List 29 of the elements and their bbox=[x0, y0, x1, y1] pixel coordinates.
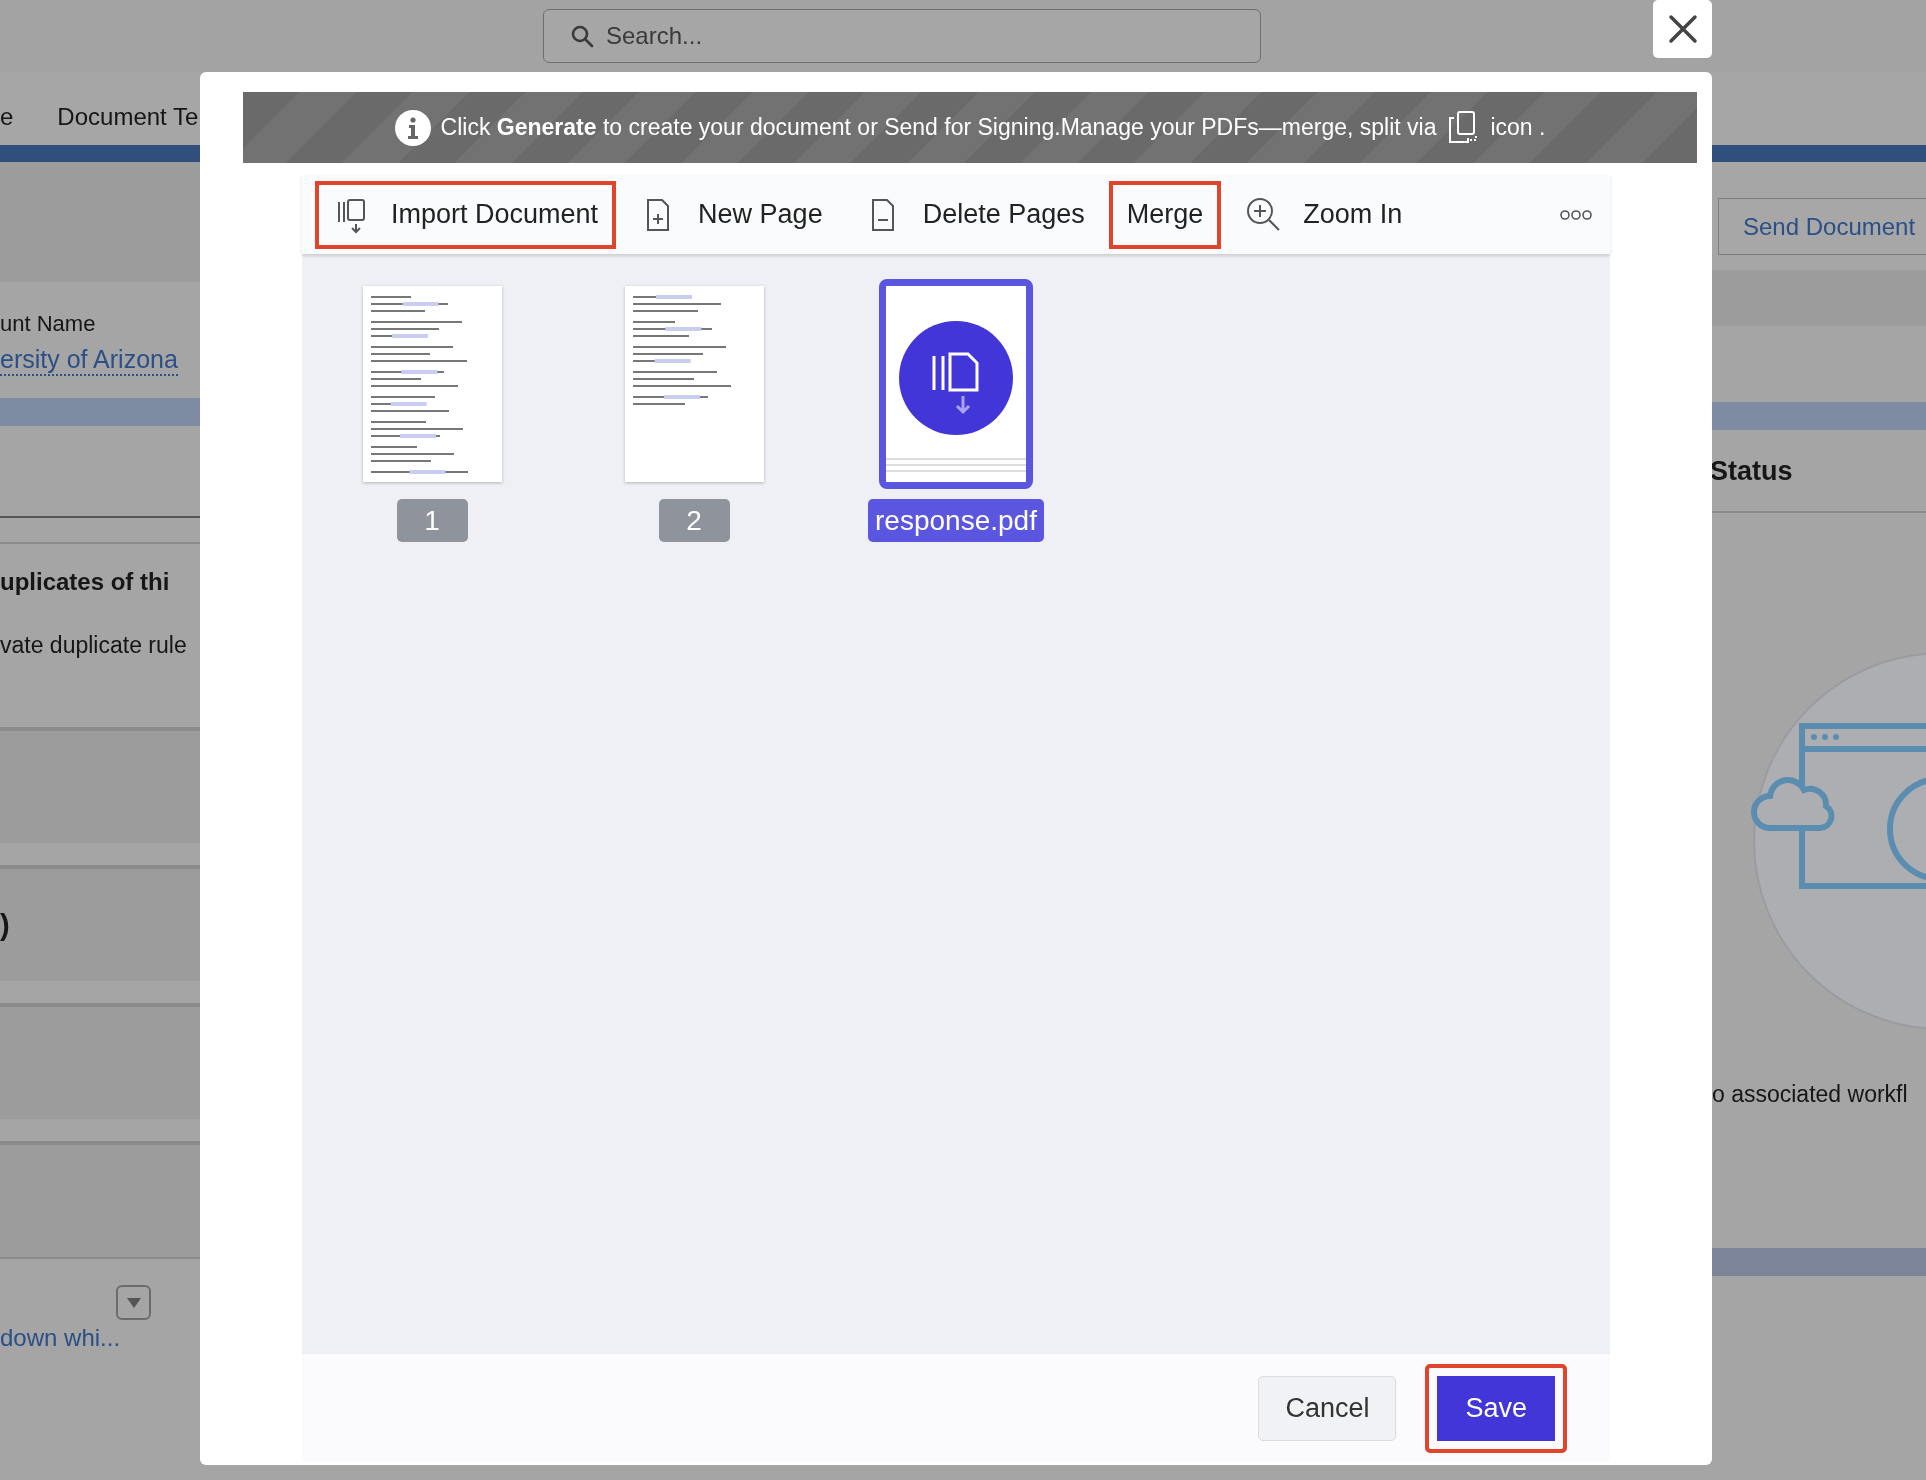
close-button[interactable] bbox=[1653, 0, 1712, 58]
page-label: 1 bbox=[396, 499, 468, 542]
search-field[interactable]: Search... bbox=[543, 9, 1261, 63]
search-placeholder: Search... bbox=[606, 22, 703, 50]
section-heading: ) bbox=[0, 908, 10, 942]
nav-tab[interactable]: e bbox=[0, 102, 14, 131]
caret-icon bbox=[125, 1296, 142, 1309]
empty-state-text: o associated workfl bbox=[1712, 1081, 1909, 1108]
save-button[interactable]: Save bbox=[1425, 1363, 1567, 1453]
section-text: vate duplicate rule bbox=[0, 632, 188, 659]
toolbar-button[interactable]: Merge bbox=[1108, 180, 1222, 249]
field-label: unt Name bbox=[0, 311, 97, 337]
page-label: 2 bbox=[658, 499, 730, 542]
more-icon[interactable] bbox=[1560, 208, 1592, 221]
toolbar-button[interactable]: Import Document bbox=[315, 180, 617, 249]
page-label: response.pdf bbox=[868, 499, 1044, 542]
toolbar-button[interactable]: Zoom In bbox=[1227, 180, 1421, 249]
cancel-button[interactable]: Cancel bbox=[1258, 1375, 1397, 1441]
banner-text: icon . bbox=[1490, 114, 1546, 141]
info-icon bbox=[394, 109, 431, 146]
dropdown-button[interactable] bbox=[116, 1285, 151, 1320]
search-icon bbox=[570, 24, 594, 48]
section-heading: uplicates of thi bbox=[0, 568, 171, 596]
close-icon bbox=[1667, 14, 1698, 44]
nav-tab[interactable]: Document Te bbox=[57, 102, 199, 131]
toolbar-button[interactable]: Delete Pages bbox=[846, 180, 1103, 249]
banner-text: Click Generate to create your document or Send for Signing.Manage your PDFs—merge, split via bbox=[440, 114, 1437, 141]
toolbar-button[interactable]: New Page bbox=[622, 180, 841, 249]
selected-file-card[interactable] bbox=[879, 279, 1033, 489]
